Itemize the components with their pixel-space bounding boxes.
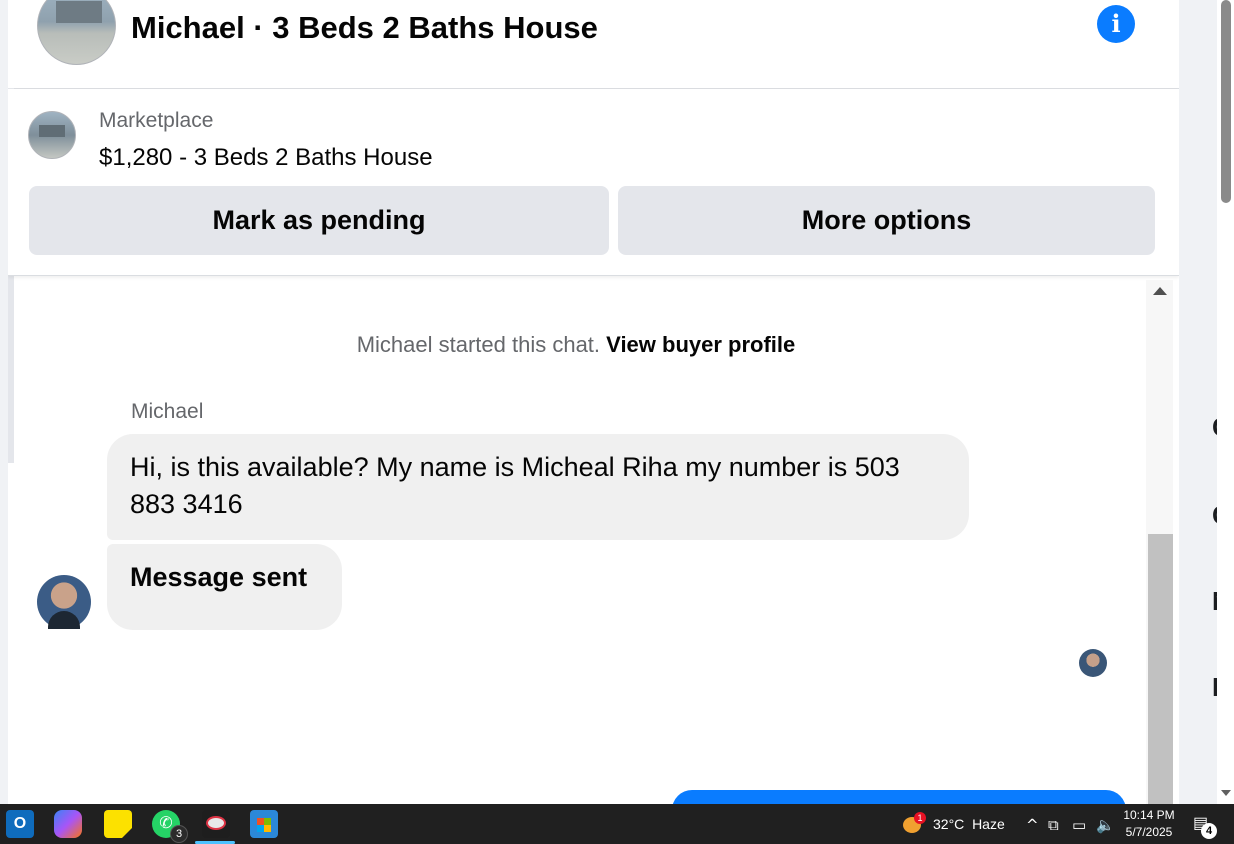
meet-now-icon[interactable]: ⧉ <box>1048 816 1059 834</box>
scroll-up-arrow-icon[interactable] <box>1153 287 1167 295</box>
whatsapp-badge: 3 <box>170 825 188 843</box>
page-scrollbar-thumb[interactable] <box>1221 0 1231 203</box>
message-bubble: Hi, is this available? My name is Michea… <box>107 434 969 540</box>
weather-widget[interactable]: 32°C Haze <box>933 816 1005 832</box>
avatar-shirt <box>48 611 80 629</box>
chat-started-text: Michael started this chat. <box>356 332 601 357</box>
volume-icon[interactable]: 🔈 <box>1096 816 1115 834</box>
mark-as-pending-button[interactable]: Mark as pending <box>29 186 609 255</box>
copilot-icon[interactable] <box>54 810 82 838</box>
listing-avatar[interactable] <box>37 0 116 65</box>
store-logo <box>257 818 271 832</box>
message-scrollbar-thumb[interactable] <box>1148 534 1173 804</box>
network-icon[interactable]: ▭ <box>1072 816 1086 834</box>
snipping-tool-glyph <box>206 816 226 830</box>
house-image <box>56 1 102 23</box>
listing-thumbnail[interactable] <box>28 111 76 159</box>
listing-source: Marketplace <box>99 109 214 132</box>
notifications-badge: 4 <box>1201 823 1217 839</box>
house-image <box>39 125 65 137</box>
taskbar: O ✆ 3 1 32°C Haze ^ ⧉ ▭ 🔈 10:14 PM 5/7/2… <box>0 804 1234 844</box>
snipping-tool-icon[interactable] <box>202 810 230 838</box>
store-icon[interactable] <box>250 810 278 838</box>
chevron-up-icon[interactable]: ^ <box>1026 816 1039 834</box>
weather-alert-badge: 1 <box>914 812 926 824</box>
listing-title[interactable]: $1,280 - 3 Beds 2 Baths House <box>99 144 433 172</box>
weather-icon[interactable]: 1 <box>901 812 926 835</box>
read-receipt-avatar <box>1079 649 1107 677</box>
sender-name: Michael <box>131 400 204 423</box>
system-clock[interactable]: 10:14 PM 5/7/2025 <box>1120 807 1178 841</box>
message-list: Michael started this chat. View buyer pr… <box>8 276 1144 804</box>
chat-window: Michael · 3 Beds 2 Baths House i Marketp… <box>8 0 1179 804</box>
info-icon[interactable]: i <box>1097 5 1135 43</box>
outgoing-message-bubble <box>672 790 1126 804</box>
chat-header: Michael · 3 Beds 2 Baths House i <box>8 0 1179 89</box>
chat-title[interactable]: Michael · 3 Beds 2 Baths House <box>131 10 598 46</box>
view-buyer-profile-link[interactable]: View buyer profile <box>606 332 795 357</box>
sender-avatar[interactable] <box>37 575 91 629</box>
chat-started-notice: Michael started this chat. View buyer pr… <box>8 332 1144 358</box>
outlook-icon[interactable]: O <box>6 810 34 838</box>
sticky-notes-icon[interactable] <box>104 810 132 838</box>
clock-date: 5/7/2025 <box>1125 825 1173 839</box>
weather-condition: Haze <box>972 816 1005 832</box>
message-bubble: Message sent <box>107 544 342 630</box>
listing-card: Marketplace $1,280 - 3 Beds 2 Baths Hous… <box>8 89 1179 276</box>
scroll-down-arrow-icon[interactable] <box>1221 790 1231 796</box>
more-options-button[interactable]: More options <box>618 186 1155 255</box>
weather-temperature: 32°C <box>933 816 965 832</box>
clock-time: 10:14 PM <box>1123 808 1175 822</box>
